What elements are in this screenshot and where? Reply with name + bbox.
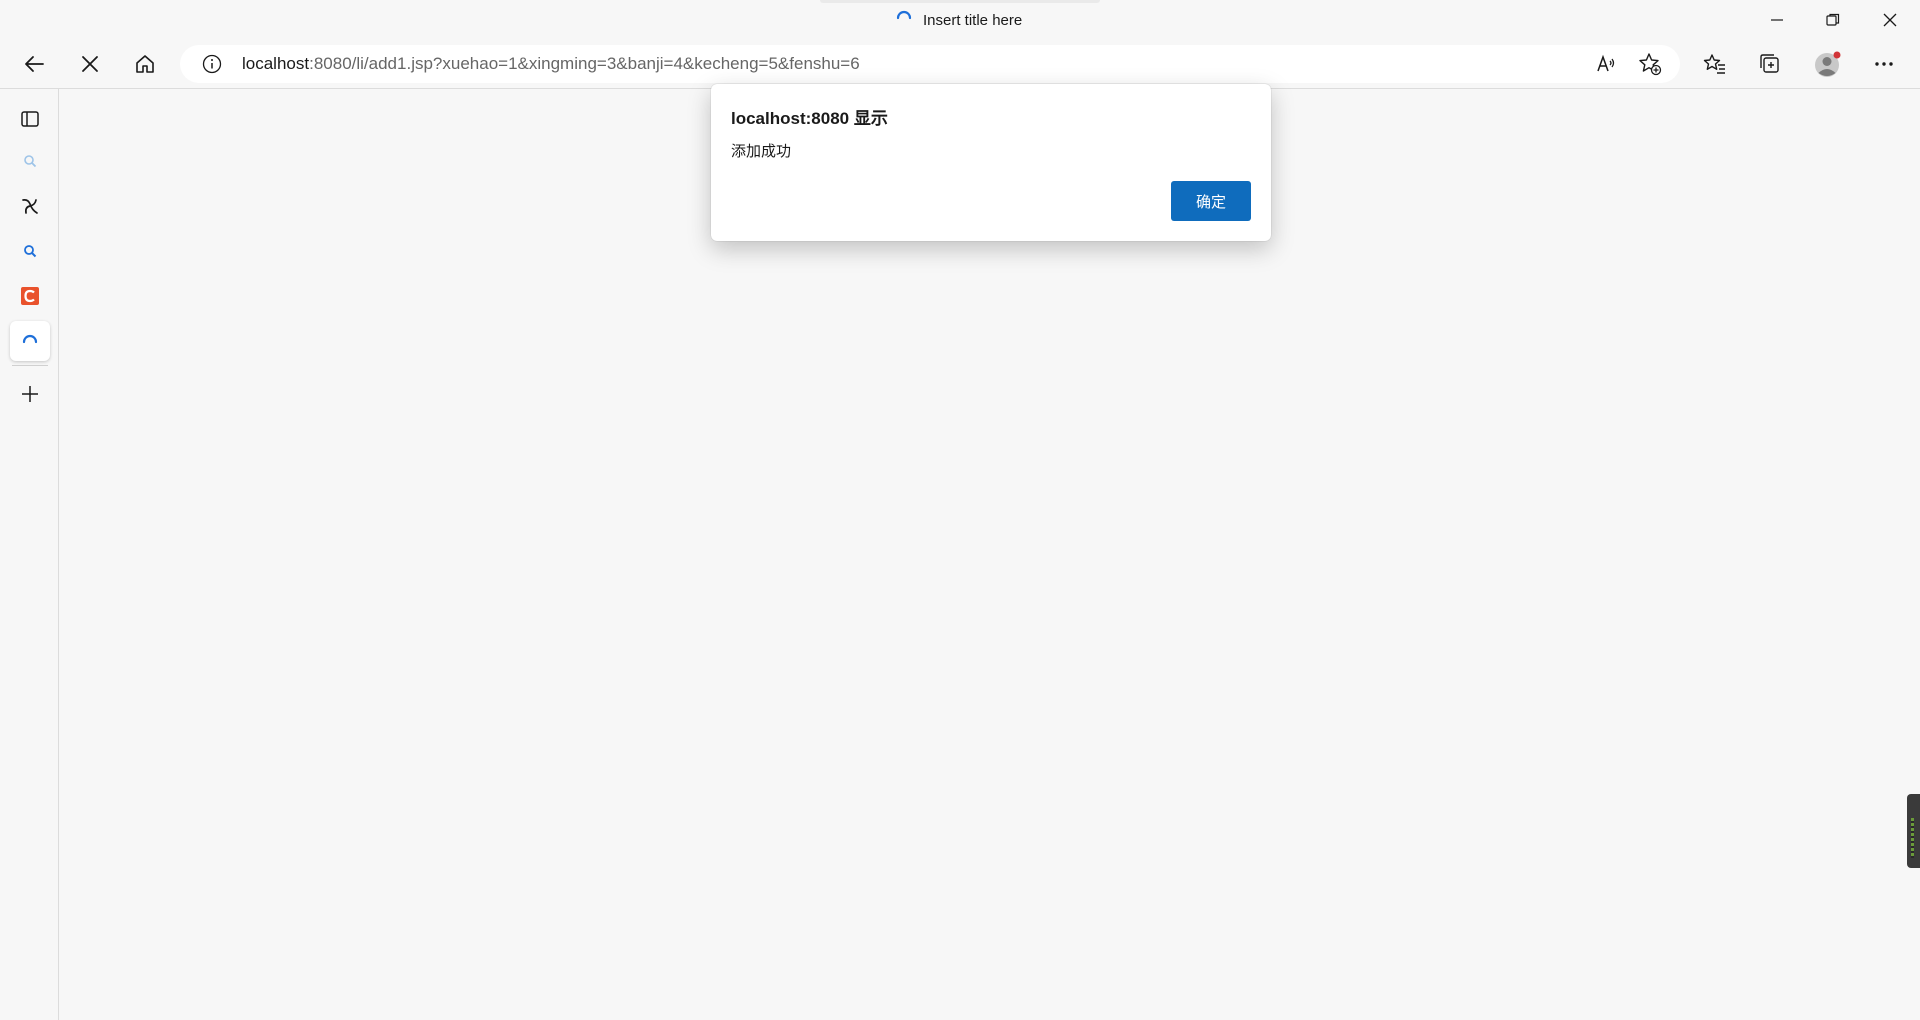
ok-button[interactable]: 确定 (1171, 181, 1251, 221)
alert-dialog: localhost:8080 显示 添加成功 确定 (711, 84, 1271, 241)
tab-actions-button[interactable] (10, 99, 50, 139)
profile-button[interactable] (1808, 46, 1848, 82)
title-bar: Insert title here (0, 0, 1920, 40)
favorites-icon (1703, 54, 1725, 74)
add-favorite-icon[interactable] (1638, 52, 1662, 76)
restore-icon (1826, 13, 1840, 26)
url-text[interactable]: localhost:8080/li/add1.jsp?xuehao=1&xing… (242, 45, 860, 83)
close-icon (82, 56, 98, 72)
more-icon (1875, 62, 1893, 66)
favorites-button[interactable] (1695, 46, 1735, 82)
sidebar-separator (12, 365, 48, 366)
browser-toolbar: localhost:8080/li/add1.jsp?xuehao=1&xing… (0, 40, 1920, 88)
more-button[interactable] (1864, 46, 1904, 82)
tab-actions-icon (21, 111, 39, 127)
tab-strip-hint (820, 0, 1100, 3)
home-button[interactable] (125, 46, 165, 82)
dialog-message: 添加成功 (731, 143, 792, 160)
search-icon (24, 245, 37, 258)
close-icon (1883, 13, 1897, 27)
back-button[interactable] (14, 46, 54, 82)
copilot-icon (22, 198, 38, 214)
window-title-area: Insert title here (895, 10, 1022, 30)
collections-icon (1760, 54, 1779, 73)
minimize-icon (1771, 19, 1783, 21)
address-bar[interactable]: localhost:8080/li/add1.jsp?xuehao=1&xing… (180, 45, 1680, 83)
loading-tab-icon (22, 334, 38, 344)
sidebar-tab-copilot[interactable] (10, 186, 50, 226)
back-arrow-icon (25, 56, 44, 72)
restore-button[interactable] (1805, 0, 1861, 40)
sidebar-tab-c-app[interactable] (10, 276, 50, 316)
sidebar-tab-search-2[interactable] (10, 231, 50, 271)
c-app-icon (21, 287, 39, 305)
sidebar-tab-loading-active[interactable] (10, 321, 50, 361)
loading-spinner-icon (895, 9, 913, 31)
read-aloud-icon[interactable] (1594, 52, 1618, 76)
close-window-button[interactable] (1862, 0, 1918, 40)
site-info-icon[interactable] (202, 54, 222, 79)
dialog-title: localhost:8080 显示 (731, 109, 888, 128)
new-tab-button[interactable] (10, 374, 50, 414)
side-widget-handle[interactable] (1907, 794, 1920, 868)
vertical-tabs-sidebar (0, 89, 59, 1020)
profile-avatar (1815, 51, 1841, 77)
add-icon (22, 386, 38, 402)
url-host: localhost (242, 54, 310, 73)
url-rest: :8080/li/add1.jsp?xuehao=1&xingming=3&ba… (309, 54, 860, 73)
home-icon (136, 55, 154, 73)
collections-button[interactable] (1750, 46, 1790, 82)
sidebar-tab-search-1[interactable] (10, 141, 50, 181)
minimize-button[interactable] (1749, 0, 1805, 40)
stop-loading-button[interactable] (70, 46, 110, 82)
window-title: Insert title here (923, 11, 1023, 29)
search-icon (24, 155, 37, 168)
